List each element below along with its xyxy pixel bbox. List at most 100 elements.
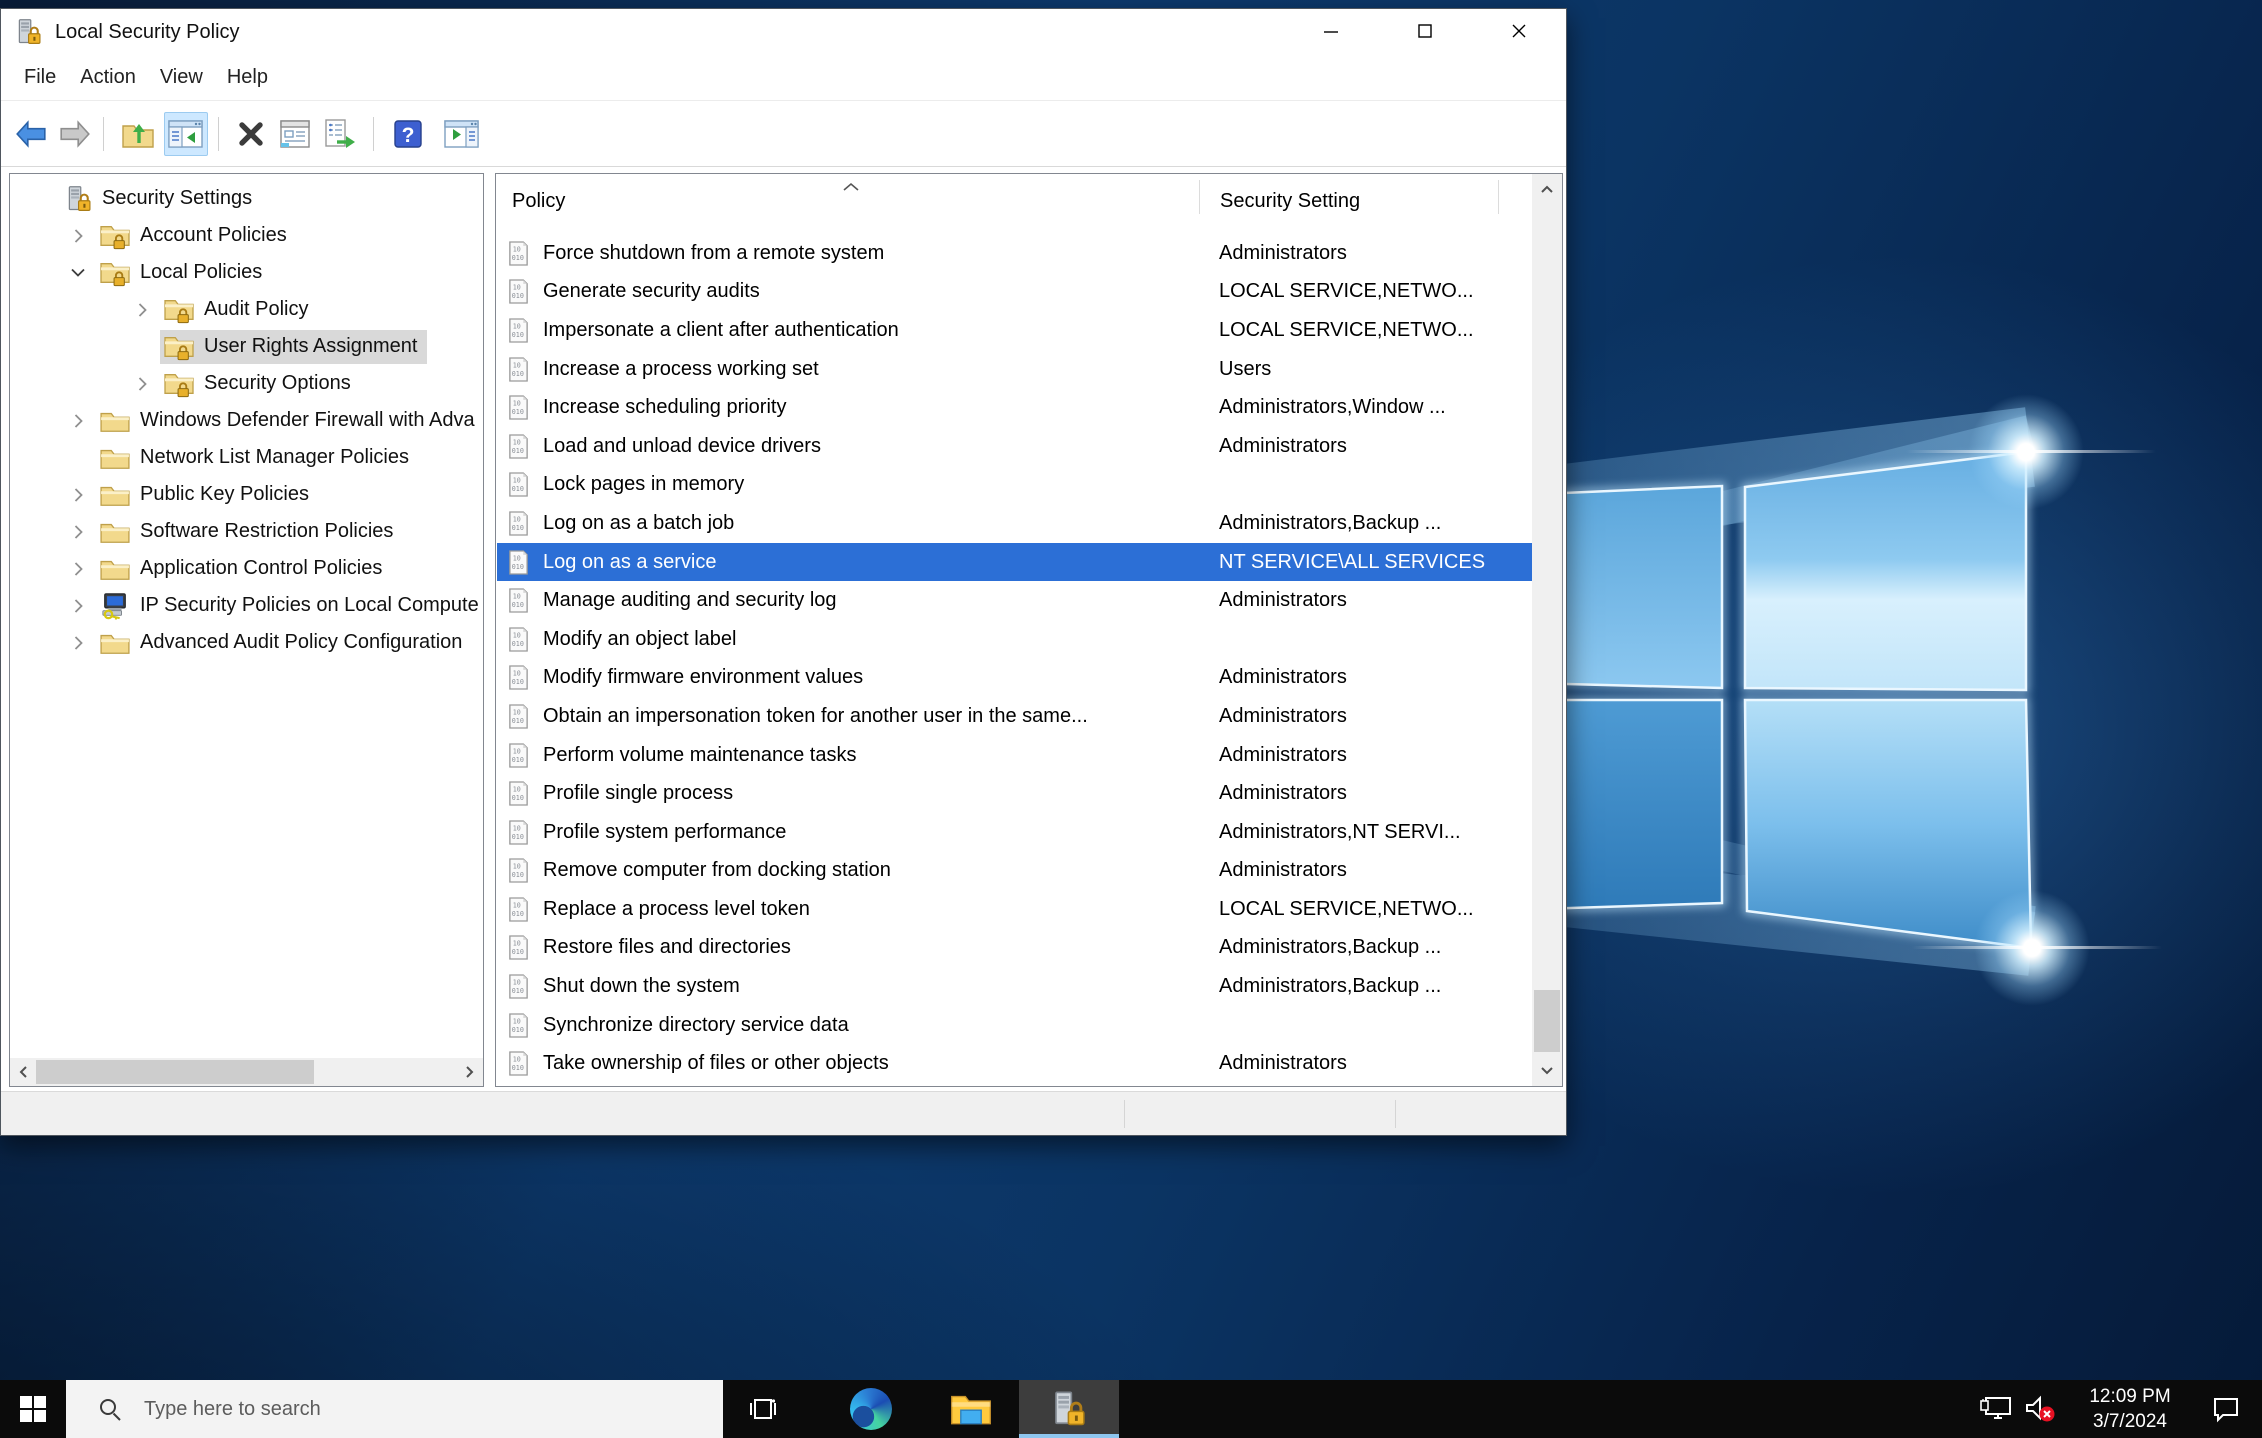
policy-row[interactable]: Increase a process working set Users bbox=[497, 350, 1532, 389]
column-header-policy[interactable]: Policy bbox=[512, 190, 565, 213]
chevron-right-icon[interactable] bbox=[137, 376, 148, 392]
policy-row[interactable]: Take ownership of files or other objects… bbox=[497, 1044, 1532, 1083]
chevron-right-icon[interactable] bbox=[73, 598, 84, 614]
tree-item[interactable]: Windows Defender Firewall with Adva bbox=[10, 402, 483, 439]
scrollbar-thumb[interactable] bbox=[36, 1060, 314, 1084]
network-icon[interactable] bbox=[1974, 1395, 2018, 1423]
tree-item[interactable]: Local Policies bbox=[10, 254, 483, 291]
export-list-button[interactable] bbox=[317, 112, 361, 156]
policy-row[interactable]: Remove computer from docking station Adm… bbox=[497, 852, 1532, 891]
chevron-right-icon[interactable] bbox=[137, 302, 148, 318]
tree-item[interactable]: IP Security Policies on Local Compute bbox=[10, 587, 483, 624]
policy-row[interactable]: Impersonate a client after authenticatio… bbox=[497, 311, 1532, 350]
chevron-right-icon[interactable] bbox=[73, 413, 84, 429]
chevron-down-icon[interactable] bbox=[70, 267, 86, 278]
show-hide-action-pane-button[interactable] bbox=[440, 112, 484, 156]
scroll-right-arrow[interactable] bbox=[457, 1058, 483, 1086]
security-setting-value: Administrators,Window ... bbox=[1219, 396, 1446, 419]
policy-row[interactable]: Load and unload device drivers Administr… bbox=[497, 427, 1532, 466]
close-button[interactable] bbox=[1472, 9, 1566, 53]
tree-item[interactable]: Public Key Policies bbox=[10, 476, 483, 513]
maximize-button[interactable] bbox=[1378, 9, 1472, 53]
properties-button[interactable] bbox=[273, 112, 317, 156]
policy-row[interactable]: Lock pages in memory bbox=[497, 466, 1532, 505]
title-bar[interactable]: Local Security Policy bbox=[1, 9, 1566, 55]
policy-document-icon bbox=[507, 897, 530, 922]
delete-button[interactable] bbox=[229, 112, 273, 156]
taskbar-local-security-policy-button[interactable] bbox=[1019, 1380, 1119, 1438]
show-hide-console-tree-button[interactable] bbox=[164, 111, 208, 156]
tree-item[interactable]: Advanced Audit Policy Configuration bbox=[10, 624, 483, 661]
policy-name: Load and unload device drivers bbox=[543, 434, 821, 457]
policy-name: Generate security audits bbox=[543, 280, 760, 303]
policy-document-icon bbox=[507, 472, 530, 497]
column-header-security-setting[interactable]: Security Setting bbox=[1220, 190, 1360, 213]
policy-row[interactable]: Manage auditing and security log Adminis… bbox=[497, 581, 1532, 620]
security-setting-value: Administrators bbox=[1219, 666, 1347, 689]
column-divider[interactable] bbox=[1199, 180, 1200, 214]
tree-item[interactable]: Software Restriction Policies bbox=[10, 513, 483, 550]
edge-icon[interactable] bbox=[845, 1380, 897, 1438]
scroll-up-arrow[interactable] bbox=[1532, 174, 1562, 204]
taskbar-clock[interactable]: 12:09 PM 3/7/2024 bbox=[2070, 1384, 2190, 1434]
tree-item[interactable]: Security Settings bbox=[10, 180, 483, 217]
task-view-button[interactable] bbox=[737, 1380, 789, 1438]
policy-row[interactable]: Log on as a service NT SERVICE\ALL SERVI… bbox=[497, 542, 1532, 582]
chevron-right-icon[interactable] bbox=[73, 561, 84, 577]
column-divider[interactable] bbox=[1498, 180, 1499, 214]
up-one-level-button[interactable] bbox=[116, 112, 160, 156]
tree-item[interactable]: Account Policies bbox=[10, 217, 483, 254]
policy-row[interactable]: Modify an object label bbox=[497, 620, 1532, 659]
volume-muted-icon[interactable] bbox=[2018, 1394, 2062, 1424]
menu-action[interactable]: Action bbox=[71, 66, 151, 89]
policy-row[interactable]: Profile single process Administrators bbox=[497, 774, 1532, 813]
system-tray: 12:09 PM 3/7/2024 bbox=[1974, 1380, 2262, 1438]
chevron-right-icon[interactable] bbox=[73, 487, 84, 503]
policy-row[interactable]: Increase scheduling priority Administrat… bbox=[497, 388, 1532, 427]
taskbar: 12:09 PM 3/7/2024 bbox=[0, 1380, 2262, 1438]
vertical-scrollbar[interactable] bbox=[1532, 174, 1562, 1086]
policy-row[interactable]: Perform volume maintenance tasks Adminis… bbox=[497, 736, 1532, 775]
policy-row[interactable]: Profile system performance Administrator… bbox=[497, 813, 1532, 852]
tree-item[interactable]: User Rights Assignment bbox=[10, 328, 483, 365]
policy-row[interactable]: Restore files and directories Administra… bbox=[497, 929, 1532, 968]
menu-view[interactable]: View bbox=[151, 66, 218, 89]
horizontal-scrollbar[interactable] bbox=[10, 1058, 483, 1086]
policy-row[interactable]: Force shutdown from a remote system Admi… bbox=[497, 234, 1532, 273]
tree-item[interactable]: Audit Policy bbox=[10, 291, 483, 328]
policy-row[interactable]: Shut down the system Administrators,Back… bbox=[497, 967, 1532, 1006]
chevron-right-icon[interactable] bbox=[73, 635, 84, 651]
start-button[interactable] bbox=[0, 1380, 66, 1438]
policy-document-icon bbox=[507, 588, 530, 613]
chevron-right-icon[interactable] bbox=[73, 228, 84, 244]
toolbar-separator bbox=[373, 116, 374, 151]
scroll-left-arrow[interactable] bbox=[10, 1058, 36, 1086]
tree-item[interactable]: Network List Manager Policies bbox=[10, 439, 483, 476]
menu-help[interactable]: Help bbox=[218, 66, 283, 89]
search-input[interactable] bbox=[142, 1396, 642, 1422]
minimize-button[interactable] bbox=[1284, 9, 1378, 53]
policy-document-icon bbox=[507, 434, 530, 459]
security-setting-value: Administrators,Backup ... bbox=[1219, 975, 1442, 998]
policy-row[interactable]: Synchronize directory service data bbox=[497, 1006, 1532, 1045]
menu-file[interactable]: File bbox=[15, 66, 71, 89]
scroll-down-arrow[interactable] bbox=[1532, 1056, 1562, 1086]
back-button[interactable] bbox=[9, 112, 53, 156]
policy-row[interactable]: Log on as a batch job Administrators,Bac… bbox=[497, 504, 1532, 543]
policy-row[interactable]: Obtain an impersonation token for anothe… bbox=[497, 697, 1532, 736]
scrollbar-thumb[interactable] bbox=[1534, 990, 1560, 1052]
policy-row[interactable]: Generate security audits LOCAL SERVICE,N… bbox=[497, 273, 1532, 312]
tree-item[interactable]: Application Control Policies bbox=[10, 550, 483, 587]
help-button[interactable]: ? bbox=[386, 112, 430, 156]
policy-document-icon bbox=[507, 357, 530, 382]
policy-row[interactable]: Replace a process level token LOCAL SERV… bbox=[497, 890, 1532, 929]
taskbar-search[interactable] bbox=[66, 1380, 723, 1438]
policy-row[interactable]: Modify firmware environment values Admin… bbox=[497, 659, 1532, 698]
action-center-icon[interactable] bbox=[2204, 1395, 2248, 1423]
file-explorer-icon[interactable] bbox=[945, 1380, 997, 1438]
tree-item[interactable]: Security Options bbox=[10, 365, 483, 402]
chevron-right-icon[interactable] bbox=[73, 524, 84, 540]
folder-icon bbox=[99, 482, 131, 508]
forward-button[interactable] bbox=[53, 112, 97, 156]
folder-icon bbox=[99, 556, 131, 582]
